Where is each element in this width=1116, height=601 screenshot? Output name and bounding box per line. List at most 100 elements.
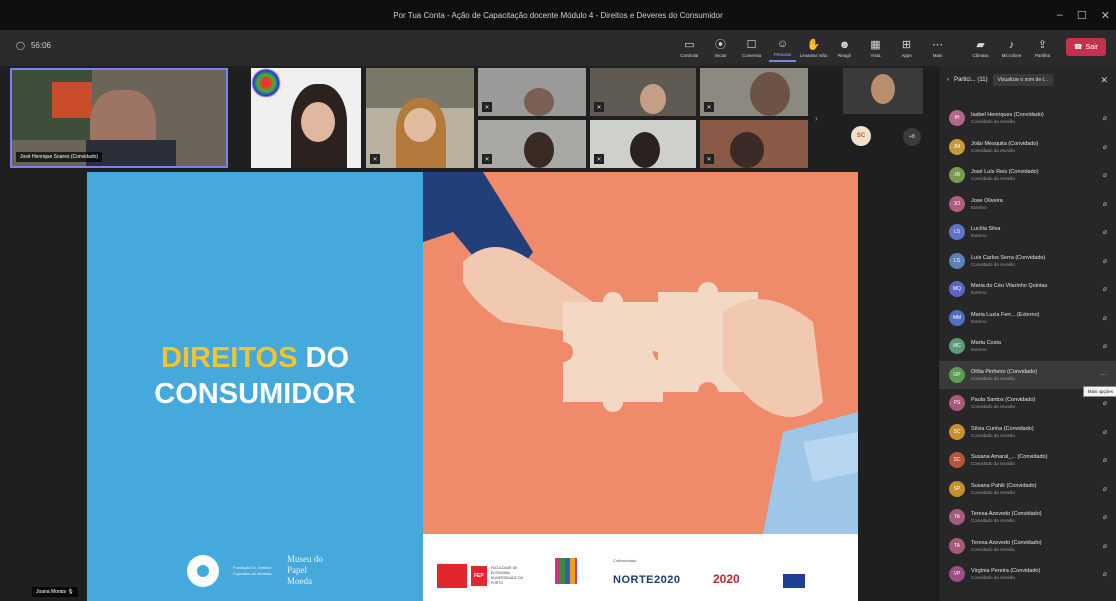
participant-role: Convidado da reunião (971, 404, 1016, 410)
avatar[interactable]: SC (851, 126, 871, 146)
toolbar-button-more[interactable]: ⋯ Mais (924, 34, 951, 62)
video-tile-presenter[interactable]: José Henrique Soares (Convidado) (10, 68, 228, 168)
mic-off-icon[interactable]: ⌀ (1103, 542, 1107, 550)
toolbar-button-react[interactable]: ☻ Reagir (831, 34, 858, 62)
apps-icon: ⊞ (901, 38, 912, 51)
minimize-icon[interactable]: – (1057, 9, 1063, 21)
video-tile-7[interactable]: ✕ (478, 120, 586, 168)
participant-role: Convidado da reunião (971, 575, 1016, 581)
video-tile-6[interactable]: ✕ (700, 68, 808, 116)
participant-row[interactable]: VP Virgínia Pereira (Convidado) Convidado … (939, 560, 1116, 589)
close-panel-icon[interactable]: ✕ (1100, 75, 1108, 86)
mic-off-icon[interactable]: ⌀ (1103, 428, 1107, 436)
toolbar-button-share[interactable]: ⇪ Partilha (1029, 34, 1056, 62)
toolbar-button-view[interactable]: ▦ Vista (862, 34, 889, 62)
title-rest: DO (297, 342, 349, 374)
mic-off-icon[interactable]: ⌀ (1103, 342, 1107, 350)
video-tile-5[interactable]: ✕ (590, 68, 696, 116)
mic-off-icon[interactable]: ⌀ (1103, 485, 1107, 493)
mic-off-icon[interactable]: ⌀ (1103, 200, 1107, 208)
video-tile-3[interactable]: ✕ (366, 68, 474, 168)
mic-off-icon: ✕ (370, 154, 380, 164)
participant-row[interactable]: IH Isabel Henriques (Convidado) Convidado … (939, 104, 1116, 133)
meeting-stage: José Henrique Soares (Convidado) ✕ ✕ ✕ ✕… (0, 66, 938, 601)
toolbar-button-label: Reagir (837, 52, 852, 58)
video-tile-2[interactable] (251, 68, 361, 168)
toolbar-button-camera[interactable]: ▰ Câmara (967, 34, 994, 62)
participant-row[interactable]: MQ Maria do Céu Vilarinho Quintas Externo ⌀ (939, 275, 1116, 304)
toolbar-buttons: ▭ Controlar ⦿ Iniciar ☐ Conversa ☺ Pessoas ✋ Leva… (676, 34, 1056, 62)
participant-row[interactable]: SC Susana Amaral_... (Convidado) Convidado… (939, 446, 1116, 475)
leave-button[interactable]: ☎ Sair (1066, 38, 1106, 56)
participant-row[interactable]: MM Maria Luzia Ferr... (Externo) Externo ⌀ (939, 304, 1116, 333)
mic-off-icon[interactable]: ⌀ (1103, 143, 1107, 151)
mic-off-icon: ✕ (594, 102, 604, 112)
participant-name: Maria Luzia Ferr... (Externo) (971, 311, 1040, 318)
participant-row[interactable]: TA Teresa Azevedo (Convidado) Convidado da… (939, 532, 1116, 561)
control-icon: ▭ (684, 38, 695, 51)
participant-row[interactable]: OP Otília Pinheiro (Convidado) Convidado d… (939, 360, 1116, 389)
participant-row[interactable]: MC Marta Costa Externo ⌀ (939, 332, 1116, 361)
toolbar-button-record[interactable]: ⦿ Iniciar (707, 34, 734, 62)
mic-off-icon[interactable]: ⌀ (1103, 570, 1107, 578)
participant-row[interactable]: LS Luís Carlos Serra (Convidado) Convidado… (939, 247, 1116, 276)
mic-off-icon[interactable]: ⌀ (1103, 171, 1107, 179)
mic-off-icon[interactable]: ⌀ (1103, 228, 1107, 236)
participant-info: Teresa Azevedo (Convidado) Convidado da r… (971, 511, 1042, 523)
mic-off-icon[interactable]: ⌀ (1103, 456, 1107, 464)
mic-off-icon[interactable]: ⌀ (1103, 285, 1107, 293)
toolbar-button-label: Levantar mão (799, 52, 828, 58)
participant-info: Lucília Silva Externo (971, 226, 1000, 238)
sponsor-logos: FEP FACULDADE DE ECONOMIA UNIVERSIDADE D… (423, 534, 858, 601)
participant-info: Maria do Céu Vilarinho Quintas Externo (971, 283, 1047, 295)
close-icon[interactable]: ✕ (1101, 9, 1110, 22)
participant-row[interactable]: JM João Mesquita (Convidado) Convidado da … (939, 133, 1116, 162)
view-sound-button[interactable]: Visualizar o som de t... (992, 74, 1054, 86)
fep-logo: FEP FACULDADE DE ECONOMIA UNIVERSIDADE D… (437, 564, 531, 588)
mic-off-icon[interactable]: ⌀ (1103, 513, 1107, 521)
avatar: JO (949, 195, 965, 212)
foundation-name: Fundação Dr. António Cupertino de Mirand… (233, 564, 272, 576)
chevron-right-icon[interactable]: › (815, 114, 818, 123)
mic-off-icon[interactable]: ⌀ (1103, 399, 1107, 407)
puzzle-illustration (423, 172, 858, 534)
participant-row[interactable]: LS Lucília Silva Externo ⌀ (939, 218, 1116, 247)
video-tile-9[interactable]: ✕ (700, 120, 808, 168)
participant-row[interactable]: JO Jose Oliveira Externo ⌀ (939, 190, 1116, 219)
maximize-icon[interactable]: ☐ (1077, 9, 1087, 22)
participant-name: Jose Oliveira (971, 197, 1003, 204)
mic-off-icon[interactable]: ⌀ (1103, 314, 1107, 322)
more-options-tooltip: Mais opções (1082, 386, 1116, 397)
participant-row[interactable]: SP Susana Pahlk (Convidado) Convidado da r… (939, 475, 1116, 504)
toolbar-button-chat[interactable]: ☐ Conversa (738, 34, 765, 62)
portugal2020-logo: 2020 (713, 572, 740, 586)
participant-row[interactable]: JR José Luís Reis (Convidado) Convidado da… (939, 161, 1116, 190)
participant-row[interactable]: TA Teresa Azevedo (Convidado) Convidado da… (939, 503, 1116, 532)
toolbar-button-mic[interactable]: ♪ Microfone (998, 34, 1025, 62)
share-icon: ⇪ (1037, 38, 1048, 51)
participant-row[interactable]: SC Sílvia Cunha (Convidado) Convidado da r… (939, 418, 1116, 447)
video-tile-8[interactable]: ✕ (590, 120, 696, 168)
participant-role: Convidado da reunião (971, 518, 1016, 524)
fep-tag: FEP (471, 566, 487, 586)
participant-info: Isabel Henriques (Convidado) Convidado da… (971, 112, 1044, 124)
video-tile-4[interactable]: ✕ (478, 68, 586, 116)
overflow-count[interactable]: +8 (903, 128, 921, 146)
mic-off-icon: ✕ (482, 102, 492, 112)
toolbar-button-hand[interactable]: ✋ Levantar mão (799, 34, 828, 62)
participant-info: Jose Oliveira Externo (971, 198, 1003, 210)
back-icon[interactable]: ‹ (947, 77, 949, 83)
avatar: PS (949, 395, 965, 412)
avatar: JR (949, 167, 965, 184)
participant-info: Sílvia Cunha (Convidado) Convidado da reu… (971, 426, 1034, 438)
mic-off-icon[interactable]: ⌀ (1103, 257, 1107, 265)
mic-off-icon[interactable]: ⌀ (1103, 114, 1107, 122)
toolbar-button-apps[interactable]: ⊞ Apps (893, 34, 920, 62)
video-tile-10[interactable] (843, 68, 923, 114)
toolbar-button-control[interactable]: ▭ Controlar (676, 34, 703, 62)
fep-mark (437, 564, 467, 588)
participant-info: Virgínia Pereira (Convidado) Convidado da… (971, 568, 1040, 580)
more-options-icon[interactable]: ⋯ (1100, 371, 1107, 379)
toolbar-button-people[interactable]: ☺ Pessoas (769, 34, 796, 62)
toolbar-button-label: Partilha (1034, 52, 1051, 58)
